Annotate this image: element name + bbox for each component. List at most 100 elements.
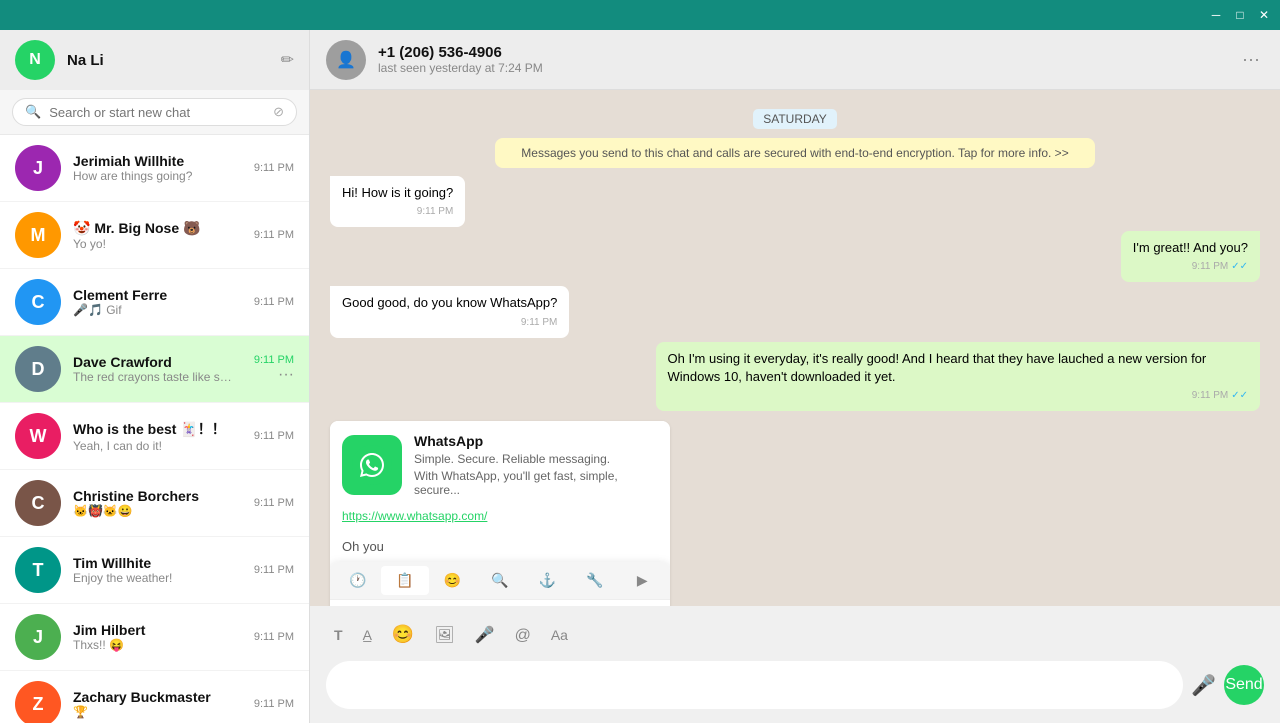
format-button[interactable]: Aa — [543, 620, 576, 649]
chat-area: 👤 +1 (206) 536-4906 last seen yesterday … — [310, 30, 1280, 723]
send-button[interactable]: Send — [1224, 665, 1264, 705]
at-button[interactable]: @ — [507, 620, 539, 649]
chat-time: 9:11 PM — [254, 229, 294, 241]
chat-item-zachary[interactable]: Z Zachary Buckmaster 🏆 9:11 PM — [0, 671, 309, 723]
message-row-3: Good good, do you know WhatsApp? 9:11 PM — [330, 286, 1260, 337]
edit-icon[interactable]: ✏ — [281, 50, 294, 70]
close-button[interactable]: ✕ — [1256, 7, 1272, 23]
chat-item-jerimiah[interactable]: J Jerimiah Willhite How are things going… — [0, 135, 309, 202]
text-format-button[interactable]: T — [326, 620, 351, 649]
minimize-button[interactable]: ─ — [1208, 7, 1224, 23]
send-controls: 🎤 Send — [1191, 665, 1264, 705]
chat-avatar: Z — [15, 681, 61, 723]
image-button[interactable]: 🖼 — [426, 620, 462, 649]
emoji-tab-play[interactable]: ▶ — [619, 566, 666, 595]
input-row: 🎤 Send — [326, 655, 1264, 715]
chat-item-jim[interactable]: J Jim Hilbert Thxs!! 😝 9:11 PM — [0, 604, 309, 671]
search-input[interactable] — [49, 105, 273, 120]
whatsapp-logo — [342, 435, 402, 495]
chat-item-christine[interactable]: C Christine Borchers 🐱👹🐱😀 9:11 PM — [0, 470, 309, 537]
more-options-button[interactable]: ··· — [1238, 45, 1264, 74]
message-input[interactable] — [342, 675, 1167, 695]
chat-content: Tim Willhite Enjoy the weather! — [73, 555, 234, 585]
encryption-notice-wrapper[interactable]: Messages you send to this chat and calls… — [330, 138, 1260, 168]
emoji-tab-recent[interactable]: 🕐 — [334, 566, 381, 595]
chat-content: Jerimiah Willhite How are things going? — [73, 153, 234, 183]
sidebar: N Na Li ✏ 🔍 ⊘ J Jerimiah Willhite How ar… — [0, 30, 310, 723]
chat-name: Dave Crawford — [73, 354, 234, 370]
emoji-picker: 🕐 📋 😊 🔍 ⚓ 🔧 ▶ 😂 😍 ❤️ — [330, 562, 670, 606]
chat-content: Who is the best 🃏！！ Yeah, I can do it! — [73, 419, 234, 453]
input-area: T A̲ 😊 🖼 🎤 @ Aa — [310, 606, 1280, 723]
chat-name: Jim Hilbert — [73, 622, 234, 638]
chat-time: 9:11 PM — [254, 631, 294, 643]
message-row-1: Hi! How is it going? 9:11 PM — [330, 176, 1260, 227]
emoji-tab-symbols[interactable]: 🔧 — [571, 566, 618, 595]
link-preview-desc2: With WhatsApp, you'll get fast, simple, … — [414, 469, 658, 497]
input-toolbar: T A̲ 😊 🖼 🎤 @ Aa — [326, 614, 1264, 655]
chat-meta: 9:11 PM — [234, 564, 294, 576]
chat-preview: Thxs!! 😝 — [73, 638, 234, 652]
contact-info: +1 (206) 536-4906 last seen yesterday at… — [378, 44, 1238, 75]
sidebar-header: N Na Li ✏ — [0, 30, 309, 90]
contact-name: +1 (206) 536-4906 — [378, 44, 1238, 61]
chat-avatar: J — [15, 145, 61, 191]
emoji-tab-people[interactable]: 😊 — [429, 566, 476, 595]
message-text-2: I'm great!! And you? — [1133, 239, 1248, 257]
chat-name: Jerimiah Willhite — [73, 153, 234, 169]
message-time-1: 9:11 PM — [342, 205, 453, 219]
emoji-tabs: 🕐 📋 😊 🔍 ⚓ 🔧 ▶ — [330, 562, 670, 600]
chat-avatar: J — [15, 614, 61, 660]
chat-meta: 9:11 PM ··· — [234, 354, 294, 384]
chat-preview: The red crayons taste like strawberry, .… — [73, 370, 234, 384]
message-bubble-2: I'm great!! And you? 9:11 PM ✓✓ — [1121, 231, 1260, 282]
chat-meta: 9:11 PM — [234, 296, 294, 308]
chat-avatar: W — [15, 413, 61, 459]
emoji-tab-smileys[interactable]: 📋 — [381, 566, 428, 595]
chat-time: 9:11 PM — [254, 497, 294, 509]
chat-item-mrbignose[interactable]: M 🤡 Mr. Big Nose 🐻 Yo yo! 9:11 PM — [0, 202, 309, 269]
emoji-tab-search[interactable]: 🔍 — [476, 566, 523, 595]
chat-content: Clement Ferre 🎤🎵 Gif — [73, 287, 234, 317]
message-time-3: 9:11 PM — [342, 316, 557, 330]
date-divider: SATURDAY — [330, 110, 1260, 128]
emoji-picker-button[interactable]: 😊 — [384, 620, 422, 649]
messages-area: SATURDAY Messages you send to this chat … — [310, 90, 1280, 606]
chat-preview: Enjoy the weather! — [73, 571, 234, 585]
emoji-tab-objects[interactable]: ⚓ — [524, 566, 571, 595]
message-input-wrapper — [326, 661, 1183, 709]
chat-item-who[interactable]: W Who is the best 🃏！！ Yeah, I can do it!… — [0, 403, 309, 470]
more-icon[interactable]: ··· — [278, 366, 294, 384]
chat-time: 9:11 PM — [254, 162, 294, 174]
link-url[interactable]: https://www.whatsapp.com/ — [330, 509, 670, 531]
chat-name: Tim Willhite — [73, 555, 234, 571]
chat-time: 9:11 PM — [254, 564, 294, 576]
chat-item-clement[interactable]: C Clement Ferre 🎤🎵 Gif 9:11 PM — [0, 269, 309, 336]
chat-content: Christine Borchers 🐱👹🐱😀 — [73, 488, 234, 518]
chat-avatar: T — [15, 547, 61, 593]
read-receipt-2: ✓✓ — [1231, 260, 1248, 274]
contact-status: last seen yesterday at 7:24 PM — [378, 61, 1238, 75]
chat-item-tim[interactable]: T Tim Willhite Enjoy the weather! 9:11 P… — [0, 537, 309, 604]
read-receipt-4: ✓✓ — [1231, 389, 1248, 403]
chat-time: 9:11 PM — [254, 296, 294, 308]
chat-header-actions: ··· — [1238, 45, 1264, 74]
chat-avatar: C — [15, 480, 61, 526]
maximize-button[interactable]: □ — [1232, 7, 1248, 23]
chat-name: Clement Ferre — [73, 287, 234, 303]
chat-meta: 9:11 PM — [234, 162, 294, 174]
main-layout: N Na Li ✏ 🔍 ⊘ J Jerimiah Willhite How ar… — [0, 30, 1280, 723]
chat-preview: 🎤🎵 Gif — [73, 303, 234, 317]
chat-preview: Yeah, I can do it! — [73, 439, 234, 453]
message-row-4: Oh I'm using it everyday, it's really go… — [330, 342, 1260, 411]
message-text-1: Hi! How is it going? — [342, 184, 453, 202]
message-time-4: 9:11 PM ✓✓ — [668, 389, 1249, 403]
message-time-2: 9:11 PM ✓✓ — [1133, 260, 1248, 274]
highlight-button[interactable]: A̲ — [355, 620, 380, 649]
link-preview-header: WhatsApp Simple. Secure. Reliable messag… — [330, 421, 670, 509]
mic-toolbar-button[interactable]: 🎤 — [467, 620, 503, 649]
current-user-avatar: N — [15, 40, 55, 80]
chat-item-dave[interactable]: D Dave Crawford The red crayons taste li… — [0, 336, 309, 403]
chat-meta: 9:11 PM — [234, 229, 294, 241]
mic-button[interactable]: 🎤 — [1191, 673, 1216, 698]
